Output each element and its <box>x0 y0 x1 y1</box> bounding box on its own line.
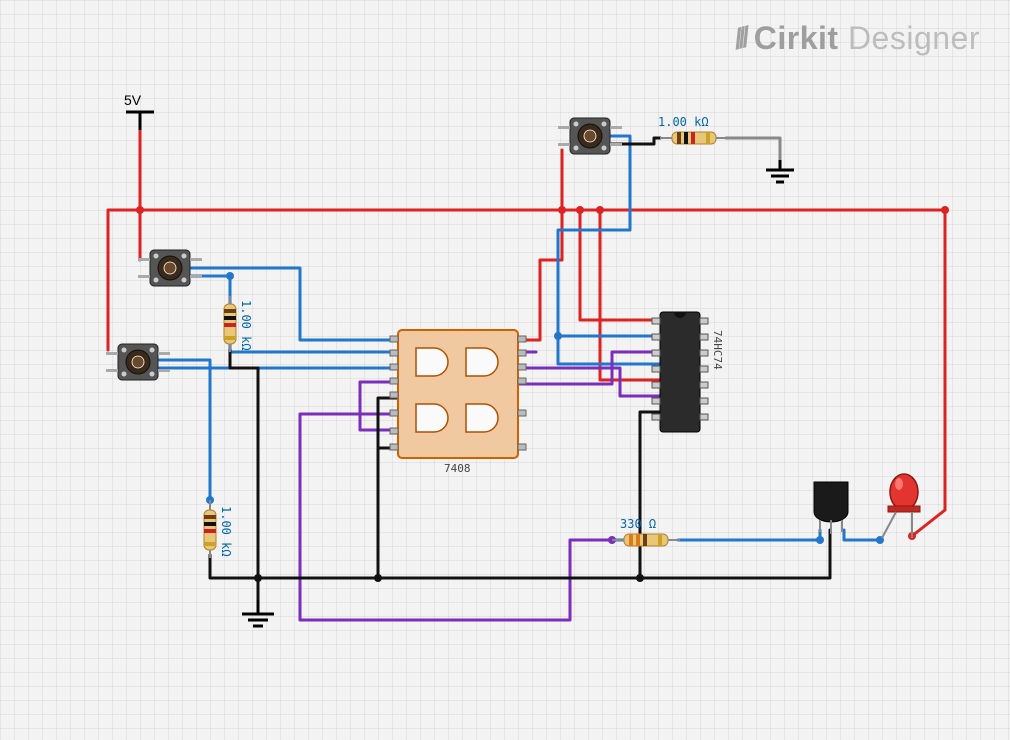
ic-74hc74-label: 74HC74 <box>711 330 724 370</box>
ic-74hc74[interactable]: 74HC74 <box>652 312 724 432</box>
power-5v[interactable]: 5V <box>124 92 154 130</box>
node-5v-d <box>596 206 604 214</box>
resistor-r3[interactable]: 1.00 kΩ <box>224 296 253 352</box>
resistor-r4-label: 330 Ω <box>620 517 656 531</box>
wire-gray-r1-gnd[interactable] <box>726 138 780 160</box>
wire-blue-btn3-ic2-clk[interactable] <box>558 136 660 336</box>
resistor-r4[interactable]: 330 Ω <box>612 517 680 546</box>
wire-blue-r4-to-bjt[interactable] <box>678 530 820 540</box>
wire-blue-ic2-clk2[interactable] <box>558 336 660 364</box>
ic-7408-label: 7408 <box>444 462 471 475</box>
wire-black-ic1-gnd[interactable] <box>378 448 398 578</box>
wire-red-to-ic2b[interactable] <box>600 210 660 380</box>
transistor-bjt[interactable] <box>814 482 848 534</box>
wire-gnd-r2-join[interactable] <box>210 555 258 578</box>
ground-symbol-1[interactable] <box>242 600 274 626</box>
node-gnd-a <box>254 574 262 582</box>
node-5v-c <box>576 206 584 214</box>
wire-red-ic1-vcc[interactable] <box>518 210 562 340</box>
wire-red-to-led[interactable] <box>912 510 945 536</box>
node-sig-d <box>816 536 824 544</box>
wire-black-ic1-gnd-loop[interactable] <box>378 398 398 448</box>
wire-red-to-ic2a[interactable] <box>580 210 660 320</box>
node-sig-a <box>226 272 234 280</box>
resistor-r1[interactable]: 1.00 kΩ <box>658 115 728 144</box>
resistor-r2-label: 1.00 kΩ <box>219 506 233 557</box>
ic-7408[interactable]: 7408 <box>390 330 526 475</box>
pushbutton-2[interactable] <box>106 344 170 380</box>
wire-purple-ic1-to-ic2a[interactable] <box>518 368 660 396</box>
node-5v-a <box>136 206 144 214</box>
node-5v-b <box>558 206 566 214</box>
power-5v-label: 5V <box>124 92 142 108</box>
ground-symbol-2[interactable] <box>766 160 794 182</box>
node-gnd-b <box>374 574 382 582</box>
wire-5v-rail-top[interactable] <box>140 112 945 510</box>
node-gnd-c <box>636 574 644 582</box>
node-sig-c <box>554 332 562 340</box>
resistor-r3-label: 1.00 kΩ <box>239 300 253 351</box>
wire-5v-to-btn2[interactable] <box>108 210 140 350</box>
resistor-r2[interactable]: 1.00 kΩ <box>204 500 233 558</box>
circuit-svg: 5V <box>0 0 1010 740</box>
schematic-canvas[interactable]: /// Cirkit Designer <box>0 0 1010 740</box>
resistor-r1-label: 1.00 kΩ <box>658 115 709 129</box>
wire-blue-btn2-down[interactable] <box>158 360 210 500</box>
wire-black-ic2-gnd[interactable] <box>640 412 660 578</box>
led-red[interactable] <box>882 474 920 538</box>
node-5v-e <box>941 206 949 214</box>
wire-gnd-bus-right[interactable] <box>258 530 830 578</box>
wire-blue-bjt-led[interactable] <box>844 530 880 540</box>
wire-blue-btn1b-ic1[interactable] <box>190 268 398 340</box>
